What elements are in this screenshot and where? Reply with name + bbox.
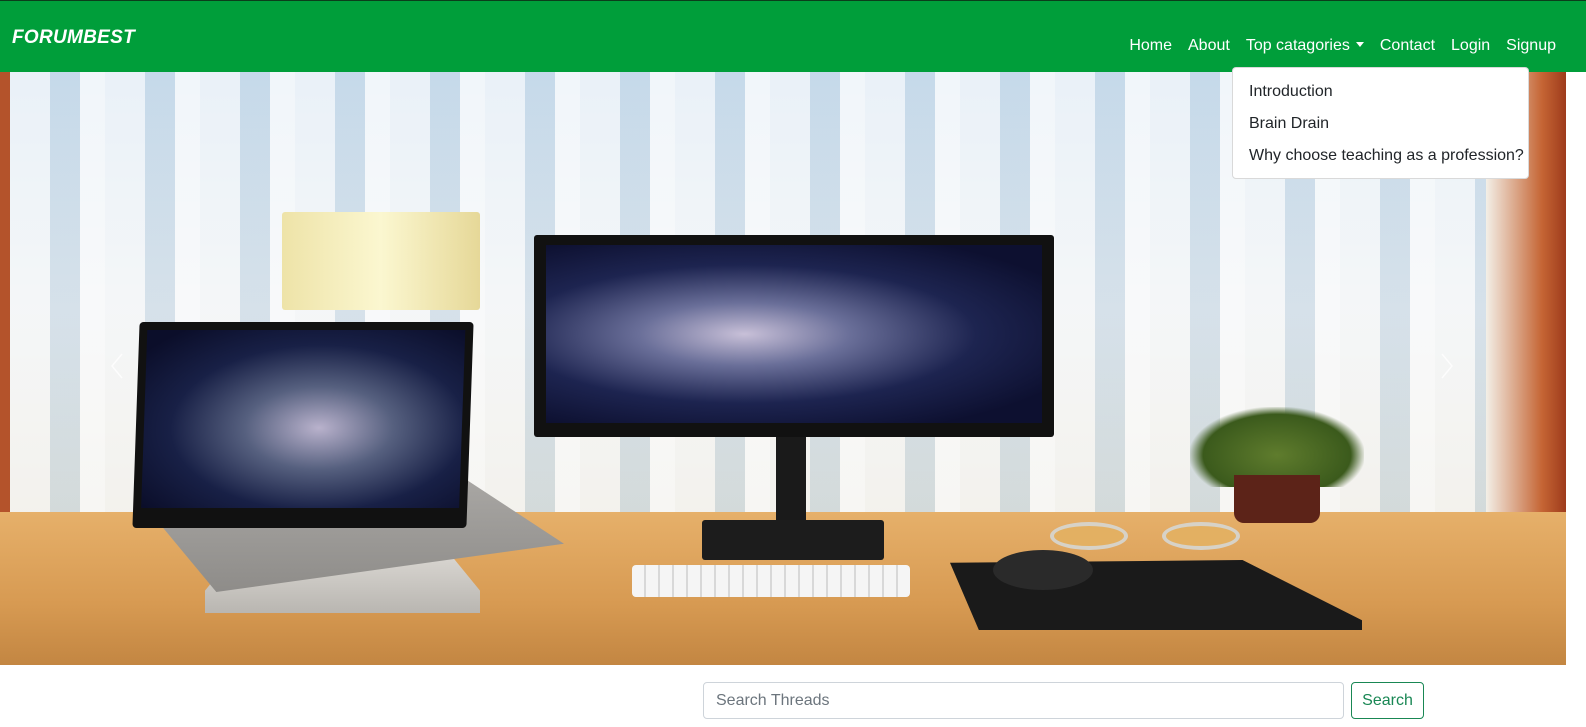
- keyboard: [632, 565, 910, 597]
- headphone-cup-right: [1162, 522, 1240, 550]
- lamp-shade: [282, 212, 480, 310]
- plant-pot: [1234, 475, 1320, 523]
- laptop-display: [141, 330, 466, 508]
- dropdown-item-teaching-profession[interactable]: Why choose teaching as a profession?: [1233, 140, 1528, 172]
- nav-signup[interactable]: Signup: [1498, 37, 1564, 55]
- headphone-cup-left: [1050, 522, 1128, 550]
- dropdown-item-brain-drain[interactable]: Brain Drain: [1233, 108, 1528, 140]
- chevron-right-icon: [1441, 353, 1453, 379]
- nav-home[interactable]: Home: [1121, 37, 1180, 55]
- search-form: Search: [703, 682, 1424, 720]
- carousel-next-button[interactable]: [1440, 352, 1454, 380]
- laptop-screen: [132, 322, 474, 528]
- chevron-left-icon: [111, 353, 123, 379]
- categories-dropdown-menu: Introduction Brain Drain Why choose teac…: [1232, 67, 1529, 179]
- monitor-base: [702, 520, 884, 560]
- headphones: [1050, 508, 1244, 550]
- monitor-stand: [776, 434, 806, 534]
- caret-down-icon: [1355, 42, 1364, 47]
- dropdown-item-introduction[interactable]: Introduction: [1233, 76, 1528, 108]
- brand-logo[interactable]: FORUMBEST: [12, 27, 135, 49]
- nav-contact[interactable]: Contact: [1372, 37, 1443, 55]
- search-input[interactable]: [703, 682, 1344, 719]
- search-button[interactable]: Search: [1351, 682, 1424, 719]
- nav-about[interactable]: About: [1180, 37, 1238, 55]
- nav-login[interactable]: Login: [1443, 37, 1498, 55]
- navbar: FORUMBEST Home About Top catagories Cont…: [0, 0, 1586, 72]
- main-nav: Home About Top catagories Contact Login …: [1121, 37, 1564, 55]
- monitor: [534, 235, 1054, 437]
- monitor-screen: [546, 245, 1042, 423]
- carousel-prev-button[interactable]: [110, 352, 124, 380]
- mouse: [993, 550, 1093, 590]
- nav-top-categories-label: Top catagories: [1245, 37, 1350, 54]
- nav-top-categories[interactable]: Top catagories: [1238, 37, 1372, 55]
